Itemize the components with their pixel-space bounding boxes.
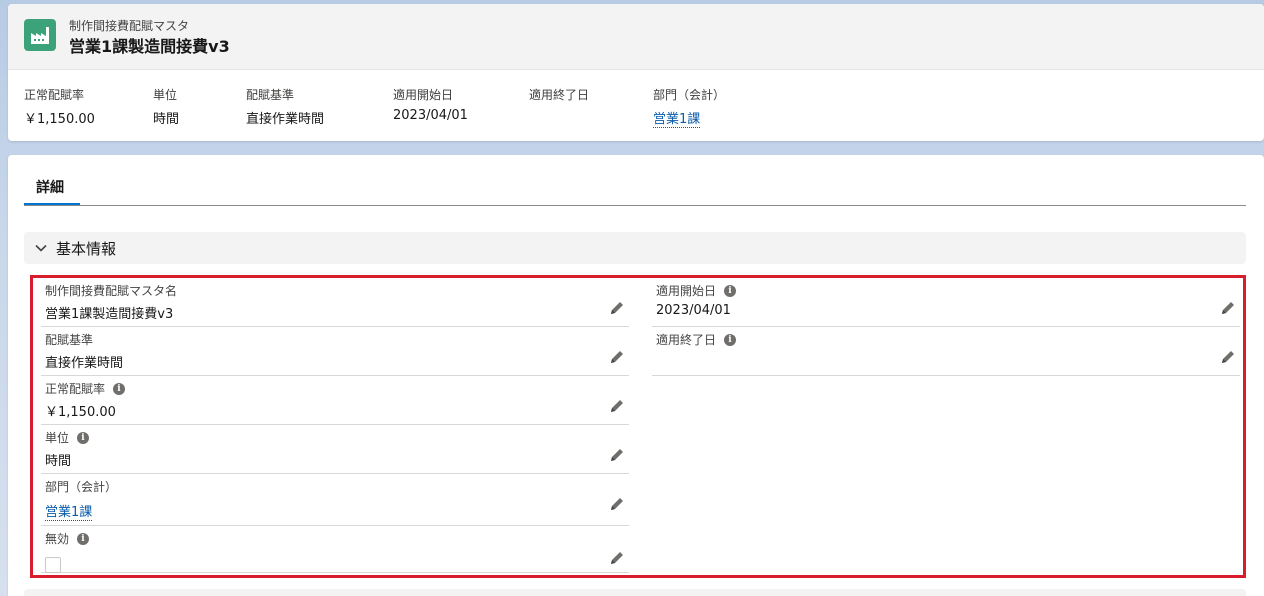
field-label: 部門（会計） — [45, 478, 117, 495]
info-icon[interactable]: i — [113, 382, 126, 395]
pencil-icon[interactable] — [1220, 349, 1236, 365]
field-label: 適用終了日 i — [656, 331, 737, 348]
tab-details[interactable]: 詳細 — [24, 175, 80, 206]
record-title: 営業1課製造間接費v3 — [69, 37, 230, 56]
detail-panel: 詳細 基本情報 制作間接費配賦マスタ名 営業1課製造間接費v3 配賦基準 直接作… — [8, 155, 1264, 596]
field-label-text: 配賦基準 — [45, 333, 94, 347]
field-label-text: 適用終了日 — [656, 333, 717, 347]
field-value: 直接作業時間 — [45, 356, 124, 371]
record-header: 制作間接費配賦マスタ 営業1課製造間接費v3 正常配賦率 ￥1,150.00 単… — [8, 4, 1264, 141]
field-value: 2023/04/01 — [656, 303, 731, 318]
field-master-name: 制作間接費配賦マスタ名 営業1課製造間接費v3 — [41, 278, 629, 327]
highlight-value: 営業1課 — [653, 108, 725, 128]
highlight-label: 適用開始日 — [393, 88, 454, 102]
pencil-icon[interactable] — [609, 550, 625, 566]
pencil-icon[interactable] — [1220, 300, 1236, 316]
field-label: 単位 i — [45, 429, 90, 446]
field-label-text: 正常配賦率 — [45, 382, 106, 396]
pencil-icon[interactable] — [609, 447, 625, 463]
field-department: 部門（会計） 営業1課 — [41, 474, 629, 526]
highlight-normal-rate: 正常配賦率 ￥1,150.00 — [24, 86, 95, 127]
highlight-end-date: 適用終了日 — [529, 86, 589, 108]
field-inactive: 無効 i — [41, 526, 629, 573]
department-link[interactable]: 営業1課 — [653, 112, 701, 128]
field-unit: 単位 i 時間 — [41, 425, 629, 474]
pencil-icon[interactable] — [609, 349, 625, 365]
record-header-top: 制作間接費配賦マスタ 営業1課製造間接費v3 — [8, 4, 1264, 70]
highlight-box: 制作間接費配賦マスタ名 営業1課製造間接費v3 配賦基準 直接作業時間 正常配賦… — [30, 275, 1246, 578]
chevron-down-icon — [34, 240, 50, 256]
highlight-label: 部門（会計） — [653, 88, 726, 102]
field-value: ￥1,150.00 — [45, 405, 116, 420]
field-start-date: 適用開始日 i 2023/04/01 — [652, 278, 1240, 327]
field-label: 配賦基準 — [45, 331, 93, 348]
field-label-text: 適用開始日 — [656, 284, 717, 298]
field-value: 営業1課製造間接費v3 — [45, 307, 174, 322]
field-label: 制作間接費配賦マスタ名 — [45, 282, 177, 299]
tab-divider — [24, 205, 1246, 206]
field-label: 無効 i — [45, 530, 90, 547]
highlight-label: 適用終了日 — [529, 88, 590, 102]
field-label-text: 部門（会計） — [45, 480, 118, 494]
highlight-label: 配賦基準 — [246, 88, 295, 102]
section-header-basic-info[interactable]: 基本情報 — [24, 232, 1246, 264]
highlight-value: 時間 — [153, 112, 180, 127]
factory-icon — [24, 19, 56, 51]
field-label-text: 無効 — [45, 532, 70, 546]
department-link[interactable]: 営業1課 — [45, 505, 93, 521]
field-value: 営業1課 — [45, 501, 93, 521]
highlight-start-date: 適用開始日 2023/04/01 — [393, 86, 468, 123]
highlight-value: 直接作業時間 — [246, 112, 325, 127]
info-icon[interactable]: i — [724, 284, 737, 297]
field-normal-rate: 正常配賦率 i ￥1,150.00 — [41, 376, 629, 425]
field-label: 正常配賦率 i — [45, 380, 126, 397]
highlight-department: 部門（会計） 営業1課 — [653, 86, 726, 128]
highlight-value: ￥1,150.00 — [24, 112, 95, 127]
highlight-allocation-basis: 配賦基準 直接作業時間 — [246, 86, 324, 127]
highlight-label: 単位 — [153, 88, 178, 102]
field-label: 適用開始日 i — [656, 282, 737, 299]
field-end-date: 適用終了日 i — [652, 327, 1240, 376]
field-label-text: 制作間接費配賦マスタ名 — [45, 284, 178, 298]
highlight-value: 2023/04/01 — [393, 108, 468, 123]
info-icon[interactable]: i — [724, 333, 737, 346]
field-label-text: 単位 — [45, 431, 70, 445]
info-icon[interactable]: i — [77, 532, 90, 545]
highlight-unit: 単位 時間 — [153, 86, 179, 127]
next-section-header — [24, 589, 1246, 596]
pencil-icon[interactable] — [609, 300, 625, 316]
pencil-icon[interactable] — [609, 398, 625, 414]
highlight-label: 正常配賦率 — [24, 88, 85, 102]
object-type-label: 制作間接費配賦マスタ — [69, 19, 190, 33]
field-value: 時間 — [45, 454, 72, 469]
info-icon[interactable]: i — [77, 431, 90, 444]
inactive-checkbox[interactable] — [45, 557, 61, 573]
pencil-icon[interactable] — [609, 496, 625, 512]
section-title: 基本情報 — [56, 239, 117, 258]
field-allocation-basis: 配賦基準 直接作業時間 — [41, 327, 629, 376]
